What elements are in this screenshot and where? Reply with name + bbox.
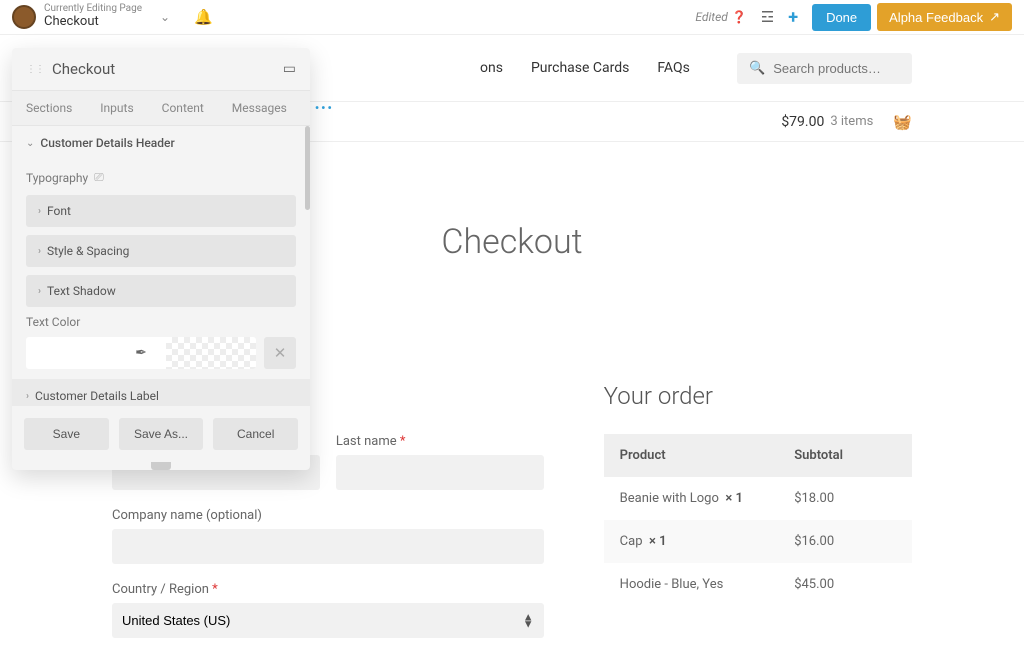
product-header: Product	[620, 448, 795, 463]
last-name-input[interactable]	[336, 455, 544, 490]
basket-icon[interactable]: 🧺	[893, 113, 912, 131]
accordion-customer-details-header[interactable]: ⌄ Customer Details Header	[12, 126, 310, 160]
typography-section: Typography ⎚ ›Font ›Style & Spacing ›Tex…	[12, 160, 310, 379]
font-row[interactable]: ›Font	[26, 195, 296, 227]
product-qty: × 1	[725, 491, 743, 506]
caret-right-icon: ›	[26, 391, 29, 402]
table-row: Beanie with Logo × 1 $18.00	[604, 477, 912, 520]
notifications-icon[interactable]: 🔔	[194, 8, 213, 26]
nav-link-faqs[interactable]: FAQs	[657, 60, 690, 76]
external-link-icon: ↗	[989, 9, 1000, 25]
panel-body: ⌄ Customer Details Header Typography ⎚ ›…	[12, 126, 310, 406]
order-table-head: Product Subtotal	[604, 434, 912, 477]
style-spacing-row[interactable]: ›Style & Spacing	[26, 235, 296, 267]
accordion-label: Customer Details Header	[40, 136, 174, 150]
caret-right-icon: ›	[38, 206, 41, 217]
search-input[interactable]	[773, 61, 900, 76]
tab-inputs[interactable]: Inputs	[86, 91, 147, 125]
company-label: Company name (optional)	[112, 508, 544, 523]
tab-sections[interactable]: Sections	[12, 91, 86, 125]
panel-footer: Save Save As... Cancel	[12, 406, 310, 462]
table-row: Hoodie - Blue, Yes $45.00	[604, 563, 912, 606]
text-shadow-row[interactable]: ›Text Shadow	[26, 275, 296, 307]
last-name-label: Last name *	[336, 434, 544, 449]
order-heading: Your order	[604, 382, 912, 410]
accordion-label: Customer Details Label	[35, 389, 159, 403]
app-logo-icon	[12, 5, 36, 29]
chevron-down-icon[interactable]: ⌄	[160, 10, 170, 24]
save-button[interactable]: Save	[24, 418, 109, 450]
help-icon[interactable]: ❓	[732, 10, 747, 24]
panel-tabs: Sections Inputs Content Messages •••	[12, 90, 310, 126]
eyedropper-icon: ✒	[135, 345, 147, 361]
cart-item-count: 3 items	[830, 114, 873, 129]
tab-more[interactable]: •••	[301, 91, 348, 125]
caret-right-icon: ›	[38, 286, 41, 297]
search-box[interactable]: 🔍	[737, 53, 912, 84]
responsive-icon[interactable]: ⎚	[94, 170, 104, 185]
search-icon: 🔍	[749, 61, 765, 76]
caret-down-icon: ⌄	[26, 138, 34, 149]
select-updown-icon: ▲▼	[523, 613, 534, 628]
editing-page-name: Checkout	[44, 14, 142, 31]
alpha-feedback-button[interactable]: Alpha Feedback ↗	[877, 3, 1012, 31]
panel-header[interactable]: ⋮⋮ Checkout ▭	[12, 48, 310, 90]
done-button[interactable]: Done	[812, 4, 871, 31]
color-input[interactable]: ✒	[26, 337, 256, 369]
product-subtotal: $18.00	[794, 491, 896, 506]
settings-panel: ⋮⋮ Checkout ▭ Sections Inputs Content Me…	[12, 48, 310, 470]
country-label: Country / Region *	[112, 582, 544, 597]
clear-color-button[interactable]: ✕	[264, 337, 296, 369]
order-column: Your order Product Subtotal Beanie with …	[604, 382, 912, 656]
text-color-label: Text Color	[26, 315, 296, 329]
product-name: Hoodie - Blue, Yes	[620, 577, 724, 592]
country-select[interactable]	[112, 603, 544, 638]
accordion-customer-details-label[interactable]: › Customer Details Label	[12, 379, 310, 406]
subtotal-header: Subtotal	[794, 448, 896, 463]
topbar: Currently Editing Page Checkout ⌄ 🔔 Edit…	[0, 0, 1024, 35]
typography-label: Typography ⎚	[26, 170, 296, 185]
save-as-button[interactable]: Save As...	[119, 418, 204, 450]
window-icon[interactable]: ▭	[283, 61, 296, 77]
caret-right-icon: ›	[38, 246, 41, 257]
product-subtotal: $45.00	[794, 577, 896, 592]
panel-title: Checkout	[52, 60, 115, 78]
product-subtotal: $16.00	[794, 534, 896, 549]
drag-handle-icon[interactable]: ⋮⋮	[26, 64, 44, 75]
nav-link-purchase-cards[interactable]: Purchase Cards	[531, 60, 629, 76]
company-input[interactable]	[112, 529, 544, 564]
product-name: Beanie with Logo	[620, 491, 719, 506]
cancel-button[interactable]: Cancel	[213, 418, 298, 450]
editing-label: Currently Editing Page	[44, 4, 142, 14]
table-row: Cap × 1 $16.00	[604, 520, 912, 563]
edited-status: Edited	[695, 10, 727, 24]
nav-link-partial[interactable]: ons	[480, 60, 503, 76]
product-name: Cap	[620, 534, 643, 549]
order-table: Product Subtotal Beanie with Logo × 1 $1…	[604, 434, 912, 606]
tab-content[interactable]: Content	[148, 91, 218, 125]
tab-messages[interactable]: Messages	[218, 91, 301, 125]
transparency-checker	[166, 337, 256, 369]
editing-context[interactable]: Currently Editing Page Checkout	[44, 4, 142, 31]
cart-total: $79.00	[781, 114, 824, 130]
add-icon[interactable]: +	[788, 7, 798, 28]
nav-links: ons Purchase Cards FAQs	[480, 60, 690, 76]
alpha-feedback-label: Alpha Feedback	[889, 10, 983, 25]
resize-handle[interactable]	[151, 462, 171, 470]
outline-icon[interactable]: ☲	[761, 8, 774, 26]
product-qty: × 1	[649, 534, 667, 549]
